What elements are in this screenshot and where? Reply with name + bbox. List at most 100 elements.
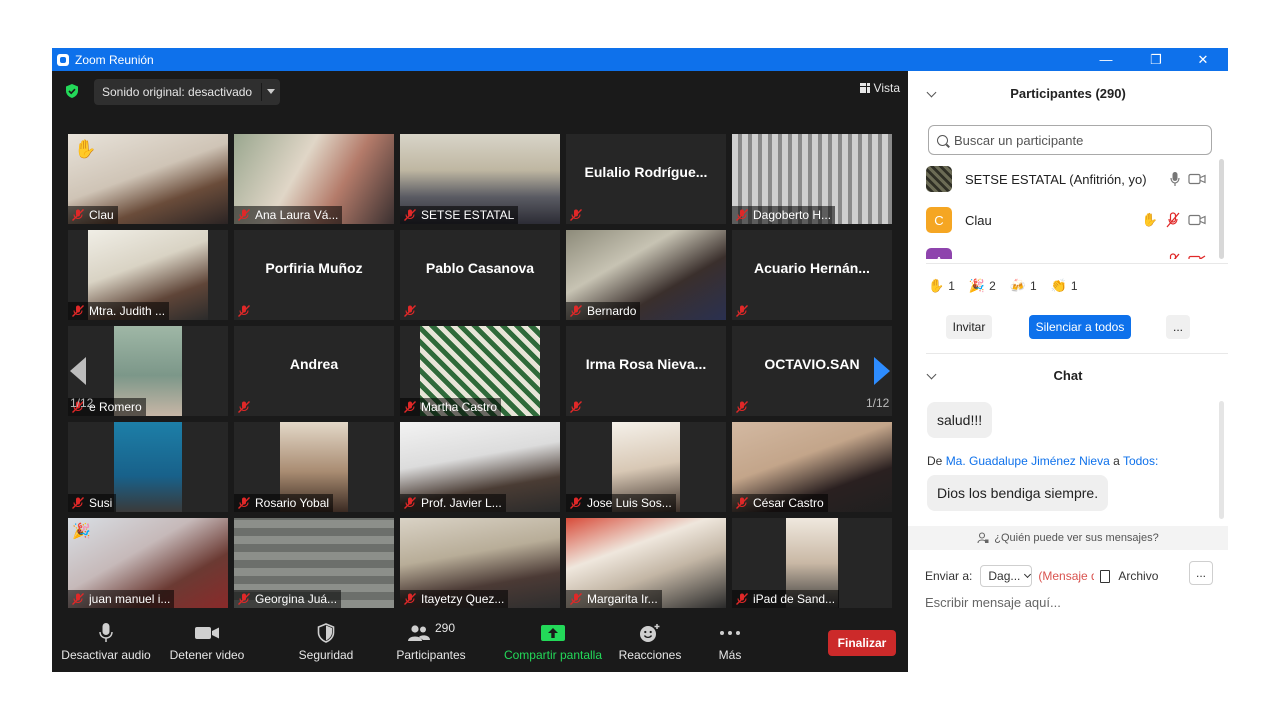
file-icon[interactable] — [1100, 569, 1111, 583]
person-lock-icon — [977, 532, 989, 544]
encryption-shield-icon[interactable] — [64, 83, 80, 99]
participant-display-name: Irma Rosa Nieva... — [585, 356, 707, 372]
close-button[interactable]: ✕ — [1180, 48, 1226, 71]
zoom-app-icon — [57, 53, 69, 66]
microphone-muted-icon — [238, 593, 250, 605]
host-avatar — [926, 166, 952, 192]
party-popper-icon: 🎉 — [72, 523, 91, 540]
participant-name: SETSE ESTATAL — [421, 208, 515, 222]
participant-video-tile[interactable]: Martha Castro — [400, 326, 560, 416]
sender-name[interactable]: Ma. Guadalupe Jiménez Nieva — [946, 454, 1110, 468]
window-title: Zoom Reunión — [75, 52, 154, 67]
microphone-icon[interactable] — [1170, 171, 1180, 187]
next-page-arrow-icon[interactable] — [874, 357, 890, 385]
share-screen-button[interactable]: Compartir pantalla — [502, 618, 604, 672]
participant-name: Martha Castro — [421, 400, 498, 414]
microphone-muted-icon — [736, 593, 748, 605]
participant-video-tile[interactable]: César Castro — [732, 422, 892, 512]
microphone-muted-icon — [72, 209, 84, 221]
minimize-button[interactable]: — — [1083, 48, 1129, 71]
participant-video-tile[interactable]: Georgina Juá... — [234, 518, 394, 608]
ellipsis-icon — [720, 631, 740, 635]
participant-row-host[interactable]: SETSE ESTATAL (Anfitrión, yo) — [926, 166, 1206, 192]
video-muted-icon[interactable] — [1188, 255, 1206, 259]
reaction-count: ✋ 1 — [928, 278, 955, 293]
participant-row[interactable]: A acer — [926, 248, 1206, 259]
grid-view-icon — [859, 83, 870, 93]
participants-more-button[interactable]: ... — [1166, 315, 1190, 339]
microphone-muted-icon — [736, 209, 748, 221]
participants-button[interactable]: 290 Participantes — [394, 618, 468, 672]
chat-more-button[interactable]: ... — [1189, 561, 1213, 585]
participant-video-tile[interactable]: Rosario Yobal — [234, 422, 394, 512]
microphone-muted-icon[interactable] — [1166, 253, 1180, 259]
participant-video-tile[interactable]: Irma Rosa Nieva... — [566, 326, 726, 416]
divider — [926, 353, 1228, 354]
video-camera-icon[interactable] — [1188, 214, 1206, 226]
participant-video-tile[interactable]: Prof. Javier L... — [400, 422, 560, 512]
reaction-count: 🍻 1 — [1009, 278, 1037, 293]
mute-all-button[interactable]: Silenciar a todos — [1029, 315, 1131, 339]
security-button[interactable]: Seguridad — [292, 618, 360, 672]
share-screen-icon — [541, 625, 565, 641]
participant-name: e Romero — [89, 400, 142, 414]
previous-page-arrow-icon[interactable] — [70, 357, 86, 385]
more-button[interactable]: Más — [708, 618, 752, 672]
invite-button[interactable]: Invitar — [946, 315, 992, 339]
participant-video-tile[interactable]: Itayetzy Quez... — [400, 518, 560, 608]
participant-video-tile[interactable]: Ana Laura Vá... — [234, 134, 394, 224]
audio-options-chevron-up-icon[interactable] — [143, 633, 151, 641]
video-options-chevron-up-icon[interactable] — [241, 633, 249, 641]
participant-display-name: Pablo Casanova — [425, 260, 535, 276]
participant-video-tile[interactable]: 🎉 juan manuel i... — [68, 518, 228, 608]
share-options-chevron-up-icon[interactable] — [594, 633, 602, 641]
chat-message-input[interactable]: Escribir mensaje aquí... — [925, 595, 1061, 610]
divider — [926, 263, 1228, 264]
participant-video-tile[interactable]: Eulalio Rodrígue... — [566, 134, 726, 224]
participant-name: Clau — [965, 212, 992, 228]
mute-audio-label: Desactivar audio — [61, 648, 151, 662]
participant-video-tile[interactable]: Andrea — [234, 326, 394, 416]
tile-name-label: Martha Castro — [400, 398, 502, 416]
mute-audio-button[interactable]: Desactivar audio — [60, 618, 152, 672]
chevron-down-icon[interactable] — [267, 89, 275, 94]
participant-row[interactable]: C Clau ✋ — [926, 207, 1206, 233]
participant-video-tile[interactable]: ✋ Clau — [68, 134, 228, 224]
participant-search-input[interactable]: Buscar un participante — [928, 125, 1212, 155]
tile-name-label — [566, 206, 591, 224]
end-meeting-button[interactable]: Finalizar — [828, 630, 896, 656]
restore-button[interactable]: ❐ — [1133, 48, 1179, 71]
chat-scrollbar[interactable] — [1219, 401, 1224, 519]
video-camera-icon[interactable] — [1188, 173, 1206, 185]
participant-video-tile[interactable]: Dagoberto H... — [732, 134, 892, 224]
participants-options-chevron-up-icon[interactable] — [480, 633, 488, 641]
participant-video-tile[interactable]: Acuario Hernán... — [732, 230, 892, 320]
chevron-down-icon — [1024, 570, 1032, 579]
participants-title: Participantes (290) — [1010, 86, 1126, 101]
participant-video-tile[interactable]: Margarita Ir... — [566, 518, 726, 608]
participant-video-tile[interactable]: Porfiria Muñoz — [234, 230, 394, 320]
participant-video-tile[interactable]: Susi — [68, 422, 228, 512]
who-can-see-messages[interactable]: ¿Quién puede ver sus mensajes? — [908, 526, 1228, 550]
participants-scrollbar[interactable] — [1219, 159, 1224, 259]
clapping-hands-icon: 👏 — [1050, 278, 1067, 293]
stop-video-button[interactable]: Detener video — [166, 618, 248, 672]
microphone-muted-icon — [404, 401, 416, 413]
participant-video-tile[interactable]: SETSE ESTATAL — [400, 134, 560, 224]
participant-name: SETSE ESTATAL (Anfitrión, yo) — [965, 171, 1147, 187]
tile-name-label: Jose Luis Sos... — [566, 494, 676, 512]
participant-video-tile[interactable]: Pablo Casanova — [400, 230, 560, 320]
microphone-muted-icon — [72, 497, 84, 509]
participant-video-tile[interactable]: Mtra. Judith ... — [68, 230, 228, 320]
recipient-dropdown[interactable]: Dag... — [980, 565, 1033, 587]
reactions-button[interactable]: Reacciones — [616, 618, 684, 672]
original-sound-toggle[interactable]: Sonido original: desactivado — [94, 79, 280, 105]
participant-video-tile[interactable]: Bernardo — [566, 230, 726, 320]
send-to-row: Enviar a: Dag... (Mensaje d Archivo — [925, 565, 1158, 587]
microphone-muted-icon[interactable] — [1166, 212, 1180, 228]
participant-video-tile[interactable]: Jose Luis Sos... — [566, 422, 726, 512]
view-button[interactable]: Vista — [859, 81, 900, 95]
page-indicator-left: 1/12 — [70, 396, 94, 410]
participant-video-tile[interactable]: iPad de Sand... — [732, 518, 892, 608]
file-button[interactable]: Archivo — [1118, 569, 1158, 583]
